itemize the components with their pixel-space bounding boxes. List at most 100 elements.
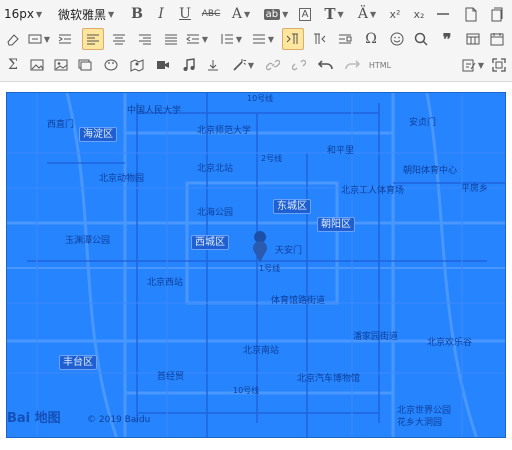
map-pin-icon [130,59,144,72]
align-right-button[interactable] [136,28,154,50]
district-badge: 丰台区 [59,355,97,370]
unlink-button[interactable] [290,54,308,76]
redo-icon [345,60,360,70]
screenshot-button[interactable] [76,54,94,76]
search-icon [414,32,428,46]
map-label: 安贞门 [409,118,437,128]
district-badge: 海淀区 [79,127,117,142]
indent-button[interactable] [56,28,74,50]
font-size-value: 16px [4,7,34,21]
subscript-button[interactable]: x₂ [410,3,428,25]
align-center-button[interactable] [110,28,128,50]
paragraph-spacing-icon [252,34,265,44]
emoji-button[interactable] [388,28,406,50]
html-source-button[interactable]: HTML [366,54,394,76]
map-label: 10号线 [233,386,260,395]
palette-icon [104,59,118,71]
map-label: 体育馆路街道 [271,296,326,306]
selected-map-image[interactable]: 中国人民大学 10号线 北京师范大学 西直门 海淀区 北京动物园 北京北站 2号… [6,92,506,438]
map-label: 玉渊潭公园 [65,236,111,246]
horizontal-rule-icon [437,13,449,15]
font-color-letter: A [231,6,242,22]
map-label: 1号线 [259,264,281,273]
map-label: 2号线 [261,154,283,163]
table-icon [466,33,480,45]
paragraph-ltr-icon [286,33,298,44]
redo-button[interactable] [342,54,362,76]
map-label: 北京师范大学 [197,126,252,136]
new-document-button[interactable] [462,3,480,25]
toolbar-row-3: Σ ▼ HTML ▼ [0,54,512,78]
eraser-icon [7,34,19,46]
edit-document-icon [462,59,476,72]
copy-icon [491,7,503,21]
map-label: 平房乡 [461,184,489,194]
fullscreen-button[interactable] [490,54,508,76]
attachment-button[interactable] [204,54,222,76]
map-label: 北京北站 [197,164,234,174]
text-box-button[interactable]: A [296,3,314,25]
format-brush-button[interactable]: ▼ [26,28,52,50]
font-family-value: 微软雅黑 [58,7,107,22]
superscript-button[interactable]: x² [386,3,404,25]
search-replace-button[interactable] [412,28,430,50]
video-icon [157,61,169,69]
calendar-button[interactable] [488,28,506,50]
indent-select-button[interactable]: ▼ [184,28,210,50]
align-justify-icon [165,34,177,45]
special-char-button[interactable]: Ω [362,28,380,50]
map-button[interactable] [128,54,146,76]
horizontal-rule-button[interactable] [434,3,452,25]
underline-button[interactable]: U [176,3,194,25]
formula-button[interactable]: Σ [4,54,22,76]
font-color-button[interactable]: A ▼ [228,3,254,25]
highlight-icon: ab [263,8,281,20]
scrawl-button[interactable] [102,54,120,76]
align-right-icon [139,34,151,45]
blockquote-button[interactable]: ❞ [438,28,456,50]
highlight-button[interactable]: ab ▼ [258,3,294,25]
line-height-icon [221,34,233,44]
insert-image-button[interactable] [28,54,46,76]
strikethrough-button[interactable]: ABC [200,3,222,25]
template-button[interactable]: ▼ [460,54,486,76]
map-label: 花乡大洞园 [397,418,443,428]
align-left-button[interactable] [82,28,104,50]
ltr-direction-button[interactable] [282,28,304,50]
baidu-map-logo: Bai 地图 [7,411,61,426]
multi-image-button[interactable] [52,54,70,76]
undo-button[interactable] [316,54,336,76]
line-height-button[interactable]: ▼ [218,28,244,50]
text-transform-button[interactable]: Ä ▼ [352,3,382,25]
font-size-select[interactable]: 16px ▼ [4,3,48,25]
text-box-icon: A [298,7,312,21]
map-label: 中国人民大学 [127,106,182,116]
italic-button[interactable]: I [152,3,170,25]
table-button[interactable] [464,28,482,50]
rtl-direction-button[interactable] [310,28,328,50]
insert-music-button[interactable] [180,54,198,76]
title-button[interactable]: T ▼ [320,3,348,25]
bold-button[interactable]: B [128,3,146,25]
align-justify-button[interactable] [162,28,180,50]
paste-plain-button[interactable] [488,3,506,25]
insert-table-button[interactable] [336,28,354,50]
map-label: 潘家园街道 [353,332,399,342]
gallery-icon [54,59,68,71]
link-button[interactable] [264,54,282,76]
map-label: 北海公园 [197,208,234,218]
smiley-icon [390,32,404,46]
eraser-button[interactable] [4,28,22,50]
map-label: 北京工人体育场 [341,186,405,196]
map-label: 西直门 [47,120,75,130]
document-icon [465,7,477,21]
map-label: 北京汽车博物馆 [297,374,361,384]
frame-icon [78,59,92,71]
paragraph-spacing-button[interactable]: ▼ [250,28,276,50]
link-icon [266,59,280,71]
magic-wand-button[interactable]: ▼ [230,54,256,76]
font-family-select[interactable]: 微软雅黑 ▼ [58,3,124,25]
insert-video-button[interactable] [154,54,172,76]
map-label: 天安门 [275,246,303,256]
fullscreen-icon [492,58,506,72]
